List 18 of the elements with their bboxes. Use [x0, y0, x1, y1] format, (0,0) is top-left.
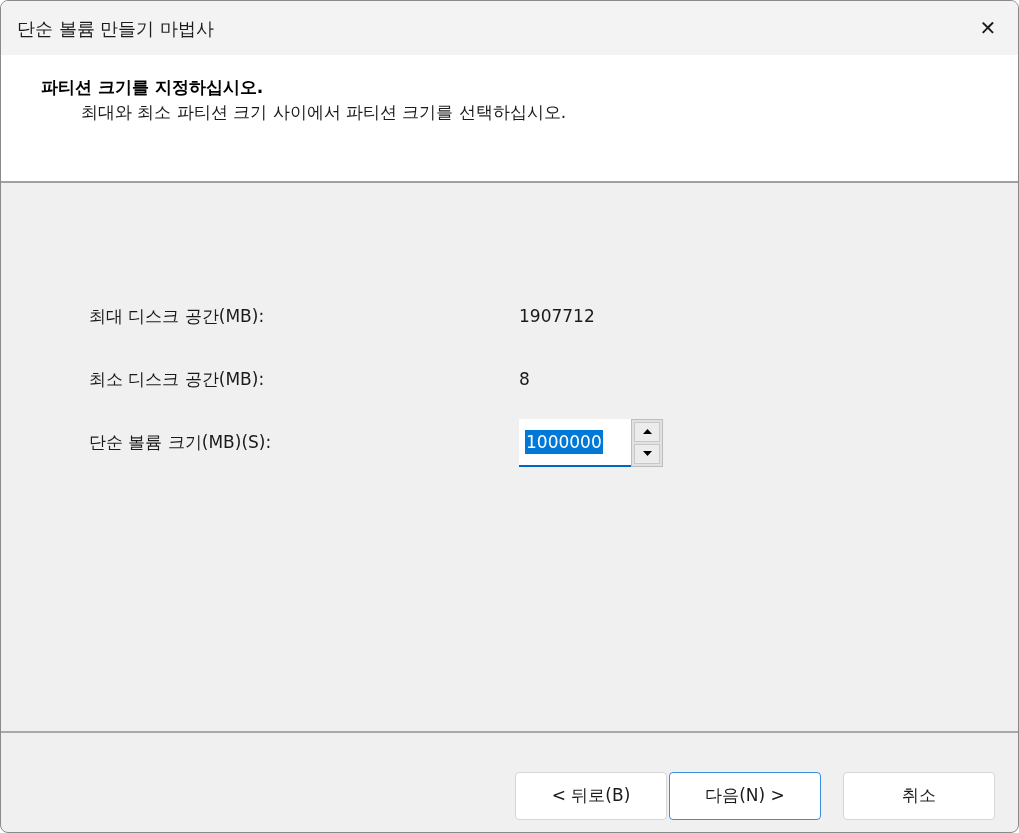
- spin-up-button[interactable]: [634, 421, 660, 442]
- field-label: 단순 볼륨 크기(MB)(S):: [89, 430, 273, 454]
- field-label: 최소 디스크 공간(MB):: [89, 367, 266, 391]
- down-triangle-icon: [642, 451, 652, 456]
- close-button[interactable]: ✕: [958, 1, 1018, 55]
- header-title: 파티션 크기를 지정하십시오.: [41, 76, 265, 99]
- field-value: 8: [519, 367, 530, 391]
- wizard-button[interactable]: 다음(N) >: [669, 771, 821, 820]
- wizard-button[interactable]: < 뒤로(B): [515, 771, 667, 820]
- up-triangle-icon: [642, 429, 652, 434]
- spin-down-button[interactable]: [634, 443, 660, 464]
- number-input[interactable]: 1000000: [519, 418, 631, 467]
- field-label: 최대 디스크 공간(MB):: [89, 304, 266, 328]
- field-value: 1907712: [519, 304, 595, 328]
- wizard-button[interactable]: 취소: [843, 771, 995, 820]
- window-title: 단순 볼륨 만들기 마법사: [17, 16, 215, 41]
- input-value: 1000000: [525, 429, 603, 454]
- header-subtitle: 최대와 최소 파티션 크기 사이에서 파티션 크기를 선택하십시오.: [80, 101, 568, 124]
